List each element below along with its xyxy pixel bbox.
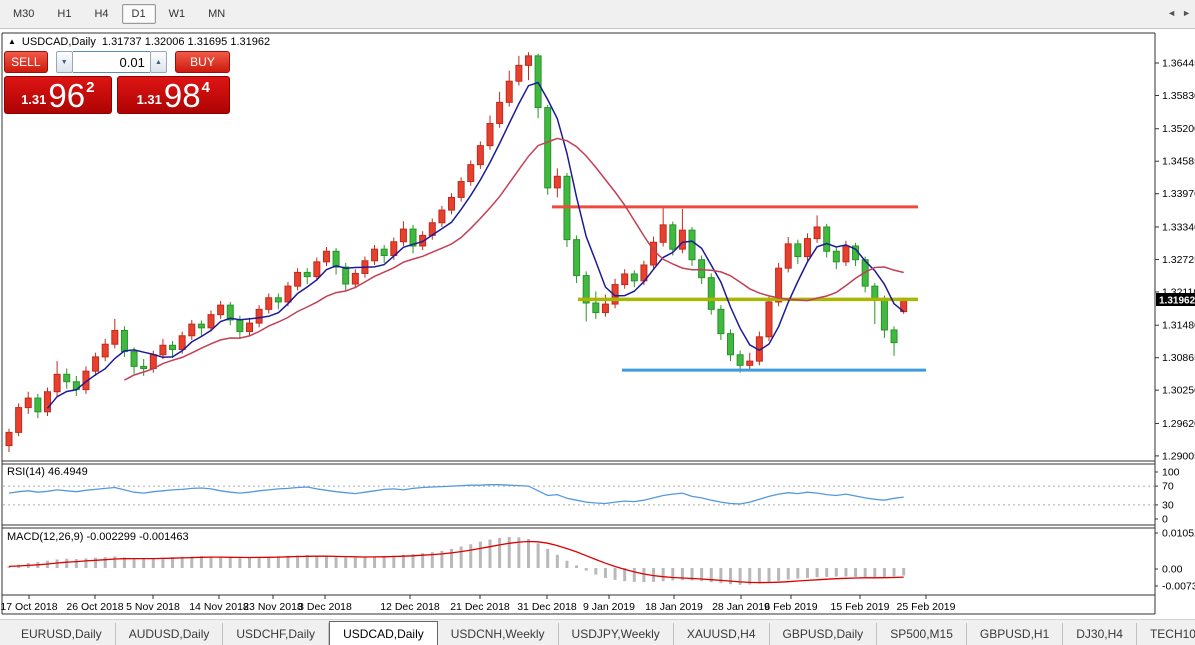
svg-text:1.30250: 1.30250: [1162, 385, 1195, 397]
current-price-tag: 1.31962: [1156, 293, 1195, 307]
symbol-tab-sp500-m15[interactable]: SP500,M15: [877, 623, 967, 645]
buy-button[interactable]: BUY: [174, 51, 231, 73]
spin-up-icon: ▲: [154, 58, 162, 66]
chart-frame: [1, 32, 1156, 615]
svg-text:31 Dec 2018: 31 Dec 2018: [517, 601, 577, 613]
symbol-tab-tech100-h[interactable]: TECH100,H: [1137, 623, 1195, 645]
symbol-tab-bar: EURUSD,Daily AUDUSD,Daily USDCHF,Daily USDC…: [0, 619, 1195, 645]
timeframe-toolbar: M30 H1 H4 D1 W1 MN: [0, 0, 1195, 29]
volume-increase-button[interactable]: ▲: [149, 51, 167, 73]
macd-label: MACD(12,26,9) -0.002299 -0.001463: [7, 531, 189, 543]
svg-text:30: 30: [1162, 499, 1174, 511]
symbol-tab-usdcnh-weekly[interactable]: USDCNH,Weekly: [438, 623, 559, 645]
sell-price-prefix: 1.31: [21, 92, 47, 107]
chart-ohlc-values: 1.31737 1.32006 1.31695 1.31962: [101, 36, 271, 48]
timeframe-button-w1[interactable]: W1: [159, 4, 196, 24]
rsi-line: [8, 484, 904, 505]
symbol-tab-audusd-daily[interactable]: AUDUSD,Daily: [116, 623, 224, 645]
sell-price-big: 96: [48, 77, 86, 114]
timeframe-button-h4[interactable]: H4: [84, 4, 118, 24]
svg-text:1.29005: 1.29005: [1162, 450, 1195, 462]
timeframe-button-h1[interactable]: H1: [47, 4, 81, 24]
svg-text:1.33970: 1.33970: [1162, 188, 1195, 200]
volume-decrease-button[interactable]: ▼: [55, 51, 73, 73]
volume-input[interactable]: [72, 51, 150, 73]
timeframe-button-mn[interactable]: MN: [198, 4, 235, 24]
symbol-tab-usdcad-daily[interactable]: USDCAD,Daily: [329, 621, 438, 645]
mt4-window: M30H1H4D1W1MN 1.36445 1.35830 1.35200 1.345…: [0, 0, 1195, 645]
svg-text:1.35830: 1.35830: [1162, 90, 1195, 102]
svg-text:0.010525: 0.010525: [1162, 528, 1195, 540]
svg-text:0.00: 0.00: [1162, 564, 1183, 576]
symbol-tab-xauusd-h4[interactable]: XAUUSD,H4: [674, 623, 770, 645]
svg-text:6 Feb 2019: 6 Feb 2019: [764, 601, 817, 613]
svg-text:26 Oct 2018: 26 Oct 2018: [66, 601, 123, 613]
symbol-tab-usdchf-daily[interactable]: USDCHF,Daily: [223, 623, 330, 645]
tab-scroll-left-icon[interactable]: ◄: [1167, 8, 1176, 18]
one-click-trade-panel: SELL ▼ ▲ BUY 1.31 96 2 1.31 98 4: [4, 51, 231, 114]
svg-text:70: 70: [1162, 481, 1174, 493]
chart-title: ▲ USDCAD,Daily 1.31737 1.32006 1.31695 1…: [8, 36, 270, 48]
svg-text:1.31962: 1.31962: [1159, 296, 1195, 307]
chart-symbol-label: USDCAD,Daily: [21, 36, 96, 48]
symbol-tab-gbpusd-daily[interactable]: GBPUSD,Daily: [770, 623, 878, 645]
svg-text:1.33340: 1.33340: [1162, 221, 1195, 233]
rsi-label: RSI(14) 46.4949: [7, 466, 88, 478]
svg-text:0: 0: [1162, 514, 1168, 526]
tab-scroll-right-icon[interactable]: ►: [1182, 8, 1191, 18]
svg-text:18 Jan 2019: 18 Jan 2019: [645, 601, 703, 613]
svg-text:21 Dec 2018: 21 Dec 2018: [450, 601, 510, 613]
svg-text:9 Jan 2019: 9 Jan 2019: [583, 601, 635, 613]
buy-price-pip: 4: [201, 79, 210, 96]
svg-text:5 Nov 2018: 5 Nov 2018: [126, 601, 180, 613]
svg-text:23 Nov 2018: 23 Nov 2018: [243, 601, 303, 613]
svg-text:1.30865: 1.30865: [1162, 352, 1195, 364]
svg-text:1.36445: 1.36445: [1162, 58, 1195, 70]
timeframe-button-d1[interactable]: D1: [121, 4, 156, 24]
collapse-trade-panel-icon[interactable]: ▲: [8, 38, 16, 46]
svg-text:100: 100: [1162, 467, 1180, 479]
symbol-tab-dj30-h4[interactable]: DJ30,H4: [1063, 623, 1137, 645]
svg-text:1.35200: 1.35200: [1162, 123, 1195, 135]
symbol-tab-usdjpy-weekly[interactable]: USDJPY,Weekly: [559, 623, 674, 645]
spin-down-icon: ▼: [60, 58, 68, 66]
price-axis[interactable]: 1.36445 1.35830 1.35200 1.34585 1.33970 1.333…: [1155, 58, 1195, 463]
svg-text:3 Dec 2018: 3 Dec 2018: [298, 601, 352, 613]
buy-price-big: 98: [163, 77, 201, 114]
symbol-tab-eurusd-daily[interactable]: EURUSD,Daily: [8, 623, 116, 645]
buy-price-prefix: 1.31: [136, 92, 162, 107]
tab-scroll-arrows: ◄ ►: [1163, 0, 1195, 26]
svg-text:1.31480: 1.31480: [1162, 320, 1195, 332]
sell-price-pip: 2: [86, 79, 95, 96]
rsi-panel[interactable]: 100 70 30 0: [3, 467, 1180, 526]
svg-text:28 Jan 2019: 28 Jan 2019: [712, 601, 770, 613]
svg-text:1.34585: 1.34585: [1162, 156, 1195, 168]
date-axis[interactable]: 17 Oct 2018 26 Oct 2018 5 Nov 2018 14 Nov 2…: [0, 595, 956, 613]
buy-price-button[interactable]: 1.31 98 4: [116, 76, 230, 114]
svg-text:14 Nov 2018: 14 Nov 2018: [189, 601, 249, 613]
symbol-tab-gbpusd-h1[interactable]: GBPUSD,H1: [967, 623, 1064, 645]
svg-text:1.29620: 1.29620: [1162, 418, 1195, 430]
sell-price-button[interactable]: 1.31 96 2: [4, 76, 112, 114]
svg-text:12 Dec 2018: 12 Dec 2018: [380, 601, 440, 613]
timeframe-button-m30[interactable]: M30: [3, 4, 44, 24]
sell-button[interactable]: SELL: [4, 51, 48, 73]
macd-histogram: [7, 536, 906, 585]
svg-text:17 Oct 2018: 17 Oct 2018: [0, 601, 57, 613]
svg-text:1.32725: 1.32725: [1162, 254, 1195, 266]
svg-text:-0.0073: -0.0073: [1162, 581, 1195, 593]
svg-text:15 Feb 2019: 15 Feb 2019: [831, 601, 890, 613]
svg-text:25 Feb 2019: 25 Feb 2019: [897, 601, 956, 613]
